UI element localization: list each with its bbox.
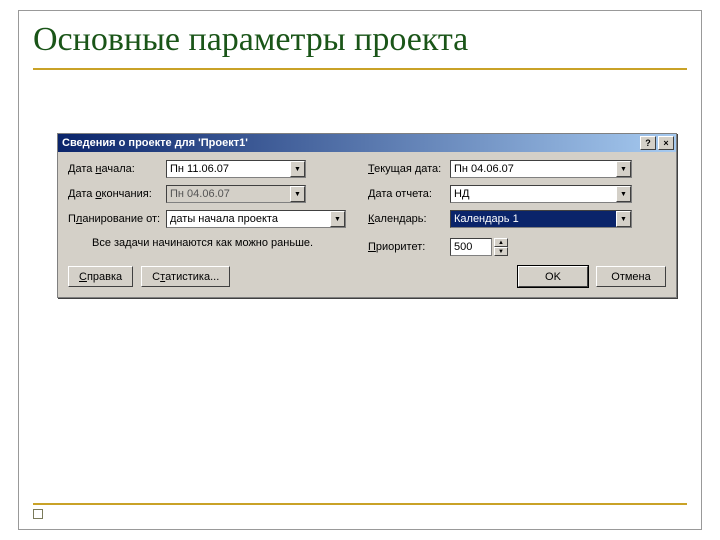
help-button[interactable]: Справка [68, 266, 133, 287]
slide-frame: Основные параметры проекта Сведения о пр… [18, 10, 702, 530]
plan-from-field[interactable]: ▼ [166, 210, 346, 228]
label-calendar: Календарь: [368, 213, 450, 225]
end-date-field: ▼ [166, 185, 306, 203]
report-date-input[interactable] [451, 186, 616, 202]
stats-button[interactable]: Статистика... [141, 266, 230, 287]
label-start-date: Дата начала: [68, 163, 166, 175]
label-priority: Приоритет: [368, 241, 450, 253]
calendar-input[interactable] [451, 211, 616, 227]
bottom-divider [33, 503, 687, 505]
planning-hint: Все задачи начинаются как можно раньше. [68, 235, 313, 259]
project-info-dialog: Сведения о проекте для 'Проект1' ? × Дат… [57, 133, 677, 298]
priority-stepper[interactable]: ▲ ▼ [450, 238, 508, 256]
label-report-date: Дата отчета: [368, 188, 450, 200]
report-date-field[interactable]: ▼ [450, 185, 632, 203]
chevron-down-icon[interactable]: ▼ [616, 161, 631, 177]
chevron-down-icon[interactable]: ▼ [616, 211, 631, 227]
slide-title: Основные параметры проекта [19, 11, 701, 62]
dialog-titlebar[interactable]: Сведения о проекте для 'Проект1' ? × [58, 134, 676, 152]
chevron-down-icon[interactable]: ▼ [494, 247, 508, 256]
close-icon[interactable]: × [658, 136, 674, 150]
label-current-date: Текущая дата: [368, 163, 450, 175]
ok-button[interactable]: OK [518, 266, 588, 287]
dialog-button-row: Справка Статистика... OK Отмена [68, 266, 666, 287]
label-plan-from: Планирование от: [68, 213, 166, 225]
chevron-down-icon[interactable]: ▼ [330, 211, 345, 227]
chevron-down-icon[interactable]: ▼ [290, 161, 305, 177]
title-divider [33, 68, 687, 70]
label-end-date: Дата окончания: [68, 188, 166, 200]
chevron-down-icon: ▼ [290, 186, 305, 202]
titlebar-button-group: ? × [640, 136, 674, 150]
end-date-input [167, 186, 290, 202]
calendar-field[interactable]: ▼ [450, 210, 632, 228]
current-date-input[interactable] [451, 161, 616, 177]
plan-from-input[interactable] [167, 211, 330, 227]
chevron-down-icon[interactable]: ▼ [616, 186, 631, 202]
corner-decoration [33, 509, 43, 519]
dialog-title: Сведения о проекте для 'Проект1' [62, 137, 248, 149]
priority-input[interactable] [450, 238, 492, 256]
dialog-body: Дата начала: ▼ Текущая дата: ▼ Дата [58, 152, 676, 297]
start-date-field[interactable]: ▼ [166, 160, 306, 178]
current-date-field[interactable]: ▼ [450, 160, 632, 178]
cancel-button[interactable]: Отмена [596, 266, 666, 287]
chevron-up-icon[interactable]: ▲ [494, 238, 508, 247]
help-icon[interactable]: ? [640, 136, 656, 150]
start-date-input[interactable] [167, 161, 290, 177]
